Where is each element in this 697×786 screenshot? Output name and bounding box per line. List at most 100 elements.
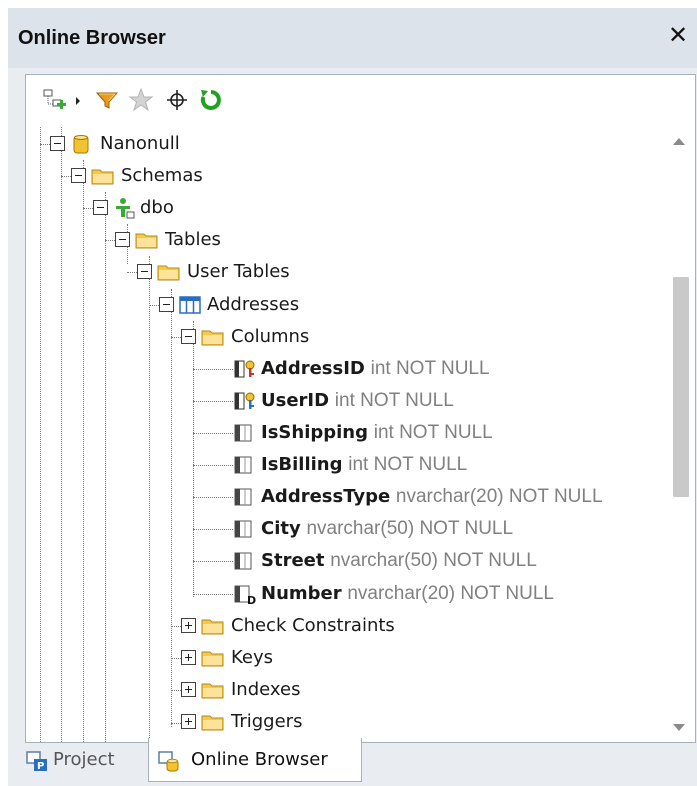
tree-node-label: dbo	[140, 197, 174, 218]
tree-node-check-constraints[interactable]: Check Constraints	[26, 611, 661, 641]
vertical-scrollbar[interactable]	[663, 127, 695, 742]
tab-label: Online Browser	[191, 749, 328, 770]
folder-icon	[91, 165, 114, 187]
tree-node-schemas[interactable]: Schemas	[26, 161, 661, 191]
tree-node-nanonull[interactable]: Nanonull	[26, 129, 661, 159]
tree-node-triggers[interactable]: Triggers	[26, 707, 661, 737]
column-type: nvarchar(50) NOT NULL	[306, 518, 514, 539]
column-name: Number	[261, 583, 342, 604]
tree-node-user-tables[interactable]: User Tables	[26, 257, 661, 287]
svg-text:D: D	[247, 594, 256, 605]
column-name: IsBilling	[261, 454, 343, 475]
chevron-right-icon	[76, 97, 80, 105]
column-type: int NOT NULL	[370, 358, 490, 379]
favorites-button[interactable]	[128, 87, 154, 113]
refresh-icon	[200, 90, 221, 110]
column-userid[interactable]: UserID int NOT NULL	[26, 386, 661, 416]
collapse-toggle[interactable]	[115, 232, 130, 247]
column-icon	[233, 486, 255, 508]
add-object-button[interactable]	[42, 87, 68, 113]
default-column-icon: D	[233, 583, 256, 605]
dropdown-arrow-button[interactable]	[72, 87, 84, 113]
tree-node-label: User Tables	[187, 261, 290, 282]
column-name: UserID	[261, 390, 330, 411]
table-icon	[179, 294, 201, 316]
tab-project[interactable]: P Project	[17, 738, 147, 782]
bottom-tab-bar: P Project Online Browser	[8, 738, 697, 786]
column-type: nvarchar(20) NOT NULL	[395, 486, 603, 507]
tree-node-indexes[interactable]: Indexes	[26, 675, 661, 705]
column-icon	[233, 454, 255, 476]
column-text: City nvarchar(50) NOT NULL	[261, 518, 513, 540]
primary-key-column-icon	[233, 358, 255, 380]
column-icon	[233, 518, 255, 540]
filter-icon	[95, 92, 119, 109]
primary-key-column-icon	[233, 390, 255, 412]
folder-icon	[201, 711, 224, 733]
tree-node-label: Tables	[165, 229, 221, 250]
column-text: AddressType nvarchar(20) NOT NULL	[261, 486, 603, 508]
expand-toggle[interactable]	[181, 650, 196, 665]
column-addressid[interactable]: AddressID int NOT NULL	[26, 354, 661, 384]
online-browser-icon	[158, 751, 179, 772]
star-icon	[128, 87, 154, 112]
browser-content: Nanonull Schemas dbo Tables User Tables …	[25, 74, 696, 743]
column-type: nvarchar(50) NOT NULL	[330, 550, 537, 571]
schema-user-icon	[113, 197, 135, 219]
folder-icon	[135, 229, 158, 251]
collapse-toggle[interactable]	[181, 329, 196, 344]
expand-toggle[interactable]	[181, 714, 196, 729]
scroll-down-arrow-icon[interactable]	[671, 722, 687, 734]
collapse-toggle[interactable]	[93, 200, 108, 215]
column-number[interactable]: D Number nvarchar(20) NOT NULL	[26, 579, 661, 609]
toolbar	[26, 75, 695, 125]
title-bar: Online Browser ✕	[8, 8, 697, 68]
collapse-toggle[interactable]	[159, 297, 174, 312]
column-name: AddressType	[261, 486, 391, 507]
tree-node-label: Nanonull	[100, 133, 180, 154]
collapse-toggle[interactable]	[137, 264, 152, 279]
tree-node-addresses[interactable]: Addresses	[26, 290, 661, 320]
scroll-thumb[interactable]	[673, 277, 689, 497]
folder-icon	[201, 647, 224, 669]
column-type: int NOT NULL	[373, 422, 493, 443]
column-text: Number nvarchar(20) NOT NULL	[261, 583, 554, 605]
database-icon	[70, 133, 92, 155]
close-icon[interactable]: ✕	[665, 22, 691, 48]
collapse-toggle[interactable]	[50, 136, 65, 151]
tab-label: Project	[53, 749, 115, 770]
tree-node-keys[interactable]: Keys	[26, 643, 661, 673]
collapse-toggle[interactable]	[71, 168, 86, 183]
column-type: int NOT NULL	[334, 390, 454, 411]
column-name: City	[261, 518, 301, 539]
column-addresstype[interactable]: AddressType nvarchar(20) NOT NULL	[26, 482, 661, 512]
tree-node-label: Triggers	[231, 711, 303, 732]
project-icon: P	[26, 751, 47, 772]
tree-node-dbo[interactable]: dbo	[26, 193, 661, 223]
folder-icon	[201, 679, 224, 701]
refresh-button[interactable]	[198, 87, 224, 113]
tree-node-label: Addresses	[207, 294, 300, 315]
filter-button[interactable]	[94, 87, 120, 113]
column-text: IsShipping int NOT NULL	[261, 422, 493, 444]
locate-button[interactable]	[164, 87, 190, 113]
folder-icon	[201, 326, 224, 348]
column-type: nvarchar(20) NOT NULL	[347, 583, 554, 604]
column-icon	[233, 422, 255, 444]
column-isshipping[interactable]: IsShipping int NOT NULL	[26, 418, 661, 448]
tree-node-tables[interactable]: Tables	[26, 225, 661, 255]
tree-node-columns[interactable]: Columns	[26, 322, 661, 352]
folder-icon	[157, 261, 180, 283]
column-city[interactable]: City nvarchar(50) NOT NULL	[26, 514, 661, 544]
folder-icon	[201, 615, 224, 637]
scroll-up-arrow-icon[interactable]	[671, 135, 687, 147]
column-text: Street nvarchar(50) NOT NULL	[261, 550, 537, 572]
column-text: AddressID int NOT NULL	[261, 358, 490, 380]
tab-online-browser[interactable]: Online Browser	[148, 738, 362, 782]
crosshair-icon	[167, 90, 187, 110]
expand-toggle[interactable]	[181, 682, 196, 697]
column-isbilling[interactable]: IsBilling int NOT NULL	[26, 450, 661, 480]
column-street[interactable]: Street nvarchar(50) NOT NULL	[26, 546, 661, 576]
expand-toggle[interactable]	[181, 618, 196, 633]
tree-node-label: Schemas	[121, 165, 203, 186]
